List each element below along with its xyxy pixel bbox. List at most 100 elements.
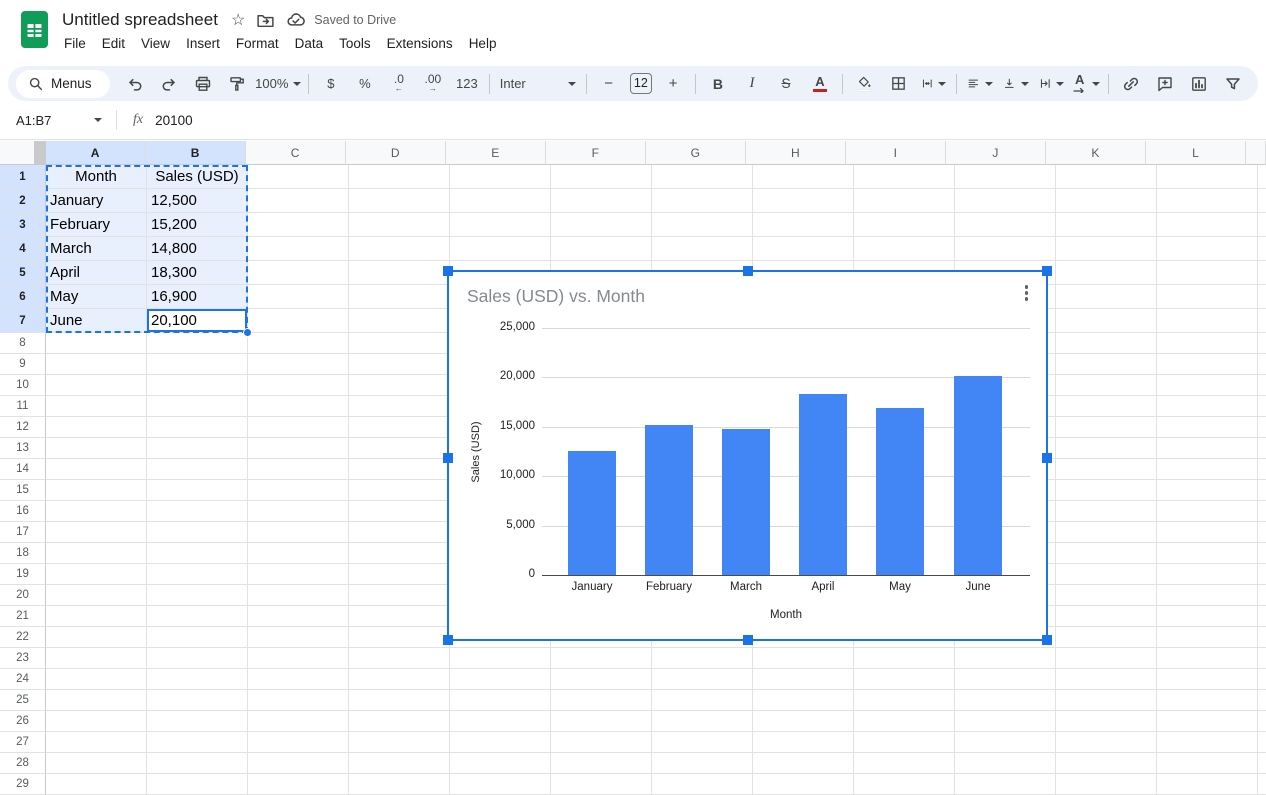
- menu-item-help[interactable]: Help: [461, 33, 505, 54]
- cell-E3[interactable]: [450, 213, 551, 237]
- saved-status[interactable]: Saved to Drive: [314, 13, 396, 27]
- cell-A11[interactable]: [46, 396, 147, 417]
- cell-A24[interactable]: [46, 669, 147, 690]
- cell-L29[interactable]: [1157, 774, 1258, 795]
- cell-D13[interactable]: [349, 438, 450, 459]
- column-header-d[interactable]: D: [346, 141, 446, 165]
- cell-E4[interactable]: [450, 237, 551, 261]
- cell-F3[interactable]: [551, 213, 652, 237]
- cell-C14[interactable]: [248, 459, 349, 480]
- row-header-25[interactable]: 25: [0, 690, 46, 711]
- cell-H24[interactable]: [753, 669, 854, 690]
- cell-C16[interactable]: [248, 501, 349, 522]
- insert-comment-button[interactable]: [1149, 71, 1181, 97]
- text-wrap-button[interactable]: [1035, 71, 1069, 97]
- cell-L26[interactable]: [1157, 711, 1258, 732]
- column-header-k[interactable]: K: [1046, 141, 1146, 165]
- cell-D7[interactable]: [349, 309, 450, 333]
- cell-J24[interactable]: [955, 669, 1056, 690]
- cell-K22[interactable]: [1056, 627, 1157, 648]
- row-header-22[interactable]: 22: [0, 627, 46, 648]
- cell-C6[interactable]: [248, 285, 349, 309]
- cell-L8[interactable]: [1157, 333, 1258, 354]
- row-header-29[interactable]: 29: [0, 774, 46, 795]
- cell-B19[interactable]: [147, 564, 248, 585]
- cell-D18[interactable]: [349, 543, 450, 564]
- cell-I27[interactable]: [854, 732, 955, 753]
- row-header-4[interactable]: 4: [0, 237, 46, 261]
- cell-H28[interactable]: [753, 753, 854, 774]
- cell-H29[interactable]: [753, 774, 854, 795]
- cell-A5[interactable]: April: [46, 261, 147, 285]
- menu-item-extensions[interactable]: Extensions: [379, 33, 461, 54]
- cell-F26[interactable]: [551, 711, 652, 732]
- cell-A27[interactable]: [46, 732, 147, 753]
- cell-B17[interactable]: [147, 522, 248, 543]
- chart-resize-handle-ne[interactable]: [1042, 266, 1052, 276]
- chart-bar-june[interactable]: [954, 376, 1002, 575]
- cell-A16[interactable]: [46, 501, 147, 522]
- cell-E2[interactable]: [450, 189, 551, 213]
- fill-color-button[interactable]: [849, 71, 881, 97]
- cell-E23[interactable]: [450, 648, 551, 669]
- cell-I3[interactable]: [854, 213, 955, 237]
- undo-button[interactable]: [119, 71, 151, 97]
- cell-I4[interactable]: [854, 237, 955, 261]
- cell-C2[interactable]: [248, 189, 349, 213]
- cell-C12[interactable]: [248, 417, 349, 438]
- cell-L14[interactable]: [1157, 459, 1258, 480]
- text-rotation-button[interactable]: A: [1070, 71, 1102, 97]
- cell-A21[interactable]: [46, 606, 147, 627]
- cell-K3[interactable]: [1056, 213, 1157, 237]
- cell-K12[interactable]: [1056, 417, 1157, 438]
- cell-D14[interactable]: [349, 459, 450, 480]
- cell-A3[interactable]: February: [46, 213, 147, 237]
- cell-C15[interactable]: [248, 480, 349, 501]
- cell-D2[interactable]: [349, 189, 450, 213]
- name-box[interactable]: A1:B7: [12, 113, 106, 128]
- cell-K4[interactable]: [1056, 237, 1157, 261]
- cell-E25[interactable]: [450, 690, 551, 711]
- column-header-f[interactable]: F: [546, 141, 646, 165]
- cell-C20[interactable]: [248, 585, 349, 606]
- cell-F24[interactable]: [551, 669, 652, 690]
- font-select[interactable]: Inter: [496, 71, 580, 97]
- menu-item-format[interactable]: Format: [228, 33, 287, 54]
- cell-G29[interactable]: [652, 774, 753, 795]
- cell-K24[interactable]: [1056, 669, 1157, 690]
- cell-A23[interactable]: [46, 648, 147, 669]
- cell-L3[interactable]: [1157, 213, 1258, 237]
- row-header-24[interactable]: 24: [0, 669, 46, 690]
- zoom-select[interactable]: 100%: [255, 71, 303, 97]
- cell-K17[interactable]: [1056, 522, 1157, 543]
- column-header-j[interactable]: J: [946, 141, 1046, 165]
- cell-D21[interactable]: [349, 606, 450, 627]
- cell-D19[interactable]: [349, 564, 450, 585]
- cell-D10[interactable]: [349, 375, 450, 396]
- chart-resize-handle-w[interactable]: [443, 453, 453, 463]
- row-header-7[interactable]: 7: [0, 309, 46, 333]
- cell-E28[interactable]: [450, 753, 551, 774]
- chart-resize-handle-e[interactable]: [1042, 453, 1052, 463]
- cell-J28[interactable]: [955, 753, 1056, 774]
- cell-L20[interactable]: [1157, 585, 1258, 606]
- more-formats-button[interactable]: 123: [451, 71, 483, 97]
- cell-L28[interactable]: [1157, 753, 1258, 774]
- cell-G28[interactable]: [652, 753, 753, 774]
- cell-L24[interactable]: [1157, 669, 1258, 690]
- cell-L4[interactable]: [1157, 237, 1258, 261]
- cell-L9[interactable]: [1157, 354, 1258, 375]
- cell-F25[interactable]: [551, 690, 652, 711]
- cell-A10[interactable]: [46, 375, 147, 396]
- cell-L2[interactable]: [1157, 189, 1258, 213]
- cell-C7[interactable]: [248, 309, 349, 333]
- cell-E26[interactable]: [450, 711, 551, 732]
- cell-G25[interactable]: [652, 690, 753, 711]
- cell-D28[interactable]: [349, 753, 450, 774]
- chart-resize-handle-n[interactable]: [743, 266, 753, 276]
- cell-J2[interactable]: [955, 189, 1056, 213]
- cell-B14[interactable]: [147, 459, 248, 480]
- cell-G2[interactable]: [652, 189, 753, 213]
- cell-B29[interactable]: [147, 774, 248, 795]
- vertical-align-button[interactable]: [999, 71, 1033, 97]
